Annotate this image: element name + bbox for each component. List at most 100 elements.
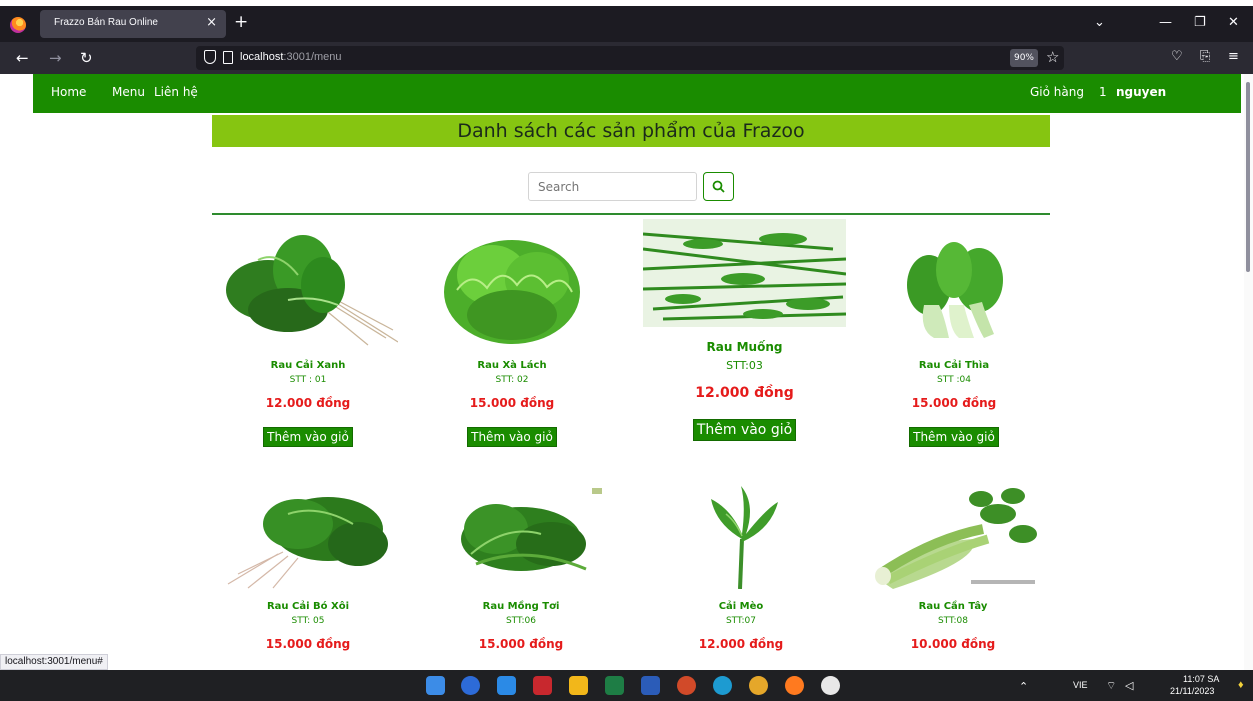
product-name[interactable]: Rau Cải Bó Xôi (208, 601, 408, 612)
page-title: Danh sách các sản phẩm của Frazoo (457, 120, 805, 142)
product-price: 12.000 đồng (265, 396, 351, 410)
pocket-icon[interactable]: ♡ (1171, 49, 1183, 64)
status-tooltip: localhost:3001/menu# (0, 654, 108, 670)
wifi-icon[interactable]: ⌔ (1106, 679, 1116, 693)
forward-icon[interactable]: → (49, 49, 62, 67)
product-stt: STT: 05 (291, 616, 325, 626)
product-image (642, 219, 847, 327)
nav-contact[interactable]: Liên hệ (154, 85, 198, 99)
tab-title: Frazzo Bán Rau Online (54, 17, 158, 28)
product-card: Rau Cải Bó Xôi STT: 05 15.000 đồng (208, 484, 408, 651)
url-bar[interactable]: localhost:3001/menu (196, 46, 1064, 70)
clock-date[interactable]: 21/11/2023 (1170, 686, 1214, 696)
zalo-icon[interactable] (461, 676, 480, 695)
page-title-band: Danh sách các sản phẩm của Frazoo (212, 115, 1050, 147)
restore-icon[interactable]: ❐ (1194, 15, 1206, 30)
product-stt: STT:03 (726, 359, 763, 372)
product-image (696, 484, 786, 590)
nav-home[interactable]: Home (51, 85, 86, 99)
add-to-cart-button[interactable]: Thêm vào giỏ (467, 427, 557, 447)
product-stt: STT:08 (937, 616, 969, 626)
reload-icon[interactable]: ↻ (80, 49, 93, 67)
product-name[interactable]: Rau Cải Xanh (208, 360, 408, 371)
windows-taskbar: ⌃ VIE ⌔ ◁ 11:07 SA 21/11/2023 ♦ (0, 670, 1253, 701)
product-stt: STT:07 (725, 616, 757, 626)
product-image (432, 230, 592, 348)
shield-icon (204, 50, 216, 64)
add-to-cart-button[interactable]: Thêm vào giỏ (692, 419, 797, 441)
product-price: 15.000 đồng (265, 637, 351, 651)
product-card: Rau Cần Tây STT:08 10.000 đồng (853, 484, 1053, 651)
product-image (436, 484, 606, 589)
site-header: Home Menu Liên hệ Giỏ hàng 1 nguyen (33, 74, 1241, 113)
product-name[interactable]: Rau Cần Tây (853, 601, 1053, 612)
explorer-icon[interactable] (569, 676, 588, 695)
excel-icon[interactable] (605, 676, 624, 695)
vscode-icon[interactable] (497, 676, 516, 695)
product-price: 15.000 đồng (469, 396, 555, 410)
scroll-thumb[interactable] (1246, 82, 1250, 272)
product-price: 15.000 đồng (478, 637, 564, 651)
product-name[interactable]: Cải Mèo (641, 601, 841, 612)
search-input[interactable] (528, 172, 697, 201)
nav-cart[interactable]: Giỏ hàng (1030, 85, 1084, 99)
app-white-icon[interactable] (821, 676, 840, 695)
cart-count: 1 (1099, 85, 1107, 99)
add-to-cart-button[interactable]: Thêm vào giỏ (263, 427, 353, 447)
product-price: 12.000 đồng (698, 637, 784, 651)
browser-tab[interactable]: Frazzo Bán Rau Online × (40, 10, 226, 38)
product-stt: STT : 01 (289, 375, 327, 385)
product-image (894, 230, 1014, 348)
zoom-indicator[interactable]: 90% (1010, 49, 1038, 67)
divider (212, 213, 1050, 215)
tab-list-chevron-icon[interactable]: ⌄ (1094, 15, 1105, 30)
app-red-icon[interactable] (533, 676, 552, 695)
page-scrollbar[interactable] (1244, 74, 1253, 670)
tab-close-icon[interactable]: × (206, 15, 217, 30)
url-text: localhost:3001/menu (240, 51, 342, 63)
product-price: 10.000 đồng (910, 637, 996, 651)
firefox-taskbar-icon[interactable] (785, 676, 804, 695)
product-image (218, 484, 398, 589)
product-name[interactable]: Rau Xà Lách (412, 360, 612, 371)
browser-tab-bar: Frazzo Bán Rau Online × + ⌄ — ❐ ✕ (0, 6, 1253, 42)
product-stt: STT:06 (505, 616, 537, 626)
bookmark-star-icon[interactable]: ☆ (1046, 48, 1059, 66)
extensions-icon[interactable]: ⎘ (1200, 49, 1210, 64)
search-icon (712, 180, 725, 193)
browser-nav-bar: ← → ↻ localhost:3001/menu 90% ☆ ♡ ⎘ ≡ (0, 42, 1253, 74)
close-window-icon[interactable]: ✕ (1228, 15, 1239, 30)
product-price: 12.000 đồng (695, 385, 794, 401)
add-to-cart-button[interactable]: Thêm vào giỏ (909, 427, 999, 447)
search-button[interactable] (703, 172, 734, 201)
edge-icon[interactable] (713, 676, 732, 695)
firefox-logo-icon (10, 17, 26, 33)
minimize-icon[interactable]: — (1159, 15, 1172, 30)
tray-chevron-icon[interactable]: ⌃ (1019, 680, 1028, 693)
powerpoint-icon[interactable] (677, 676, 696, 695)
menu-icon[interactable]: ≡ (1228, 49, 1239, 64)
new-tab-icon[interactable]: + (234, 12, 248, 32)
product-card: Cải Mèo STT:07 12.000 đồng (641, 484, 841, 651)
product-card: Rau Muống STT:03 12.000 đồng Thêm vào gi… (642, 219, 847, 441)
product-name[interactable]: Rau Muống (643, 340, 846, 354)
product-name[interactable]: Rau Cải Thìa (854, 360, 1054, 371)
product-card: Rau Xà Lách STT: 02 15.000 đồng Thêm vào… (412, 230, 612, 447)
product-stt: STT :04 (937, 375, 971, 385)
user-name[interactable]: nguyen (1116, 85, 1166, 99)
nav-menu[interactable]: Menu (112, 85, 145, 99)
product-image (863, 484, 1043, 589)
volume-icon[interactable]: ◁ (1125, 679, 1133, 692)
language-indicator[interactable]: VIE (1073, 680, 1088, 690)
product-image (218, 230, 399, 348)
chrome-icon[interactable] (749, 676, 768, 695)
back-icon[interactable]: ← (16, 49, 29, 67)
product-card: Rau Cải Xanh STT : 01 12.000 đồng Thêm v… (208, 230, 408, 447)
page-icon (223, 51, 233, 64)
notification-bell-icon[interactable]: ♦ (1238, 679, 1244, 691)
clock-time[interactable]: 11:07 SA (1183, 674, 1219, 684)
product-name[interactable]: Rau Mồng Tơi (421, 601, 621, 612)
product-card: Rau Cải Thìa STT :04 15.000 đồng Thêm và… (854, 230, 1054, 447)
word-icon[interactable] (641, 676, 660, 695)
start-icon[interactable] (426, 676, 445, 695)
